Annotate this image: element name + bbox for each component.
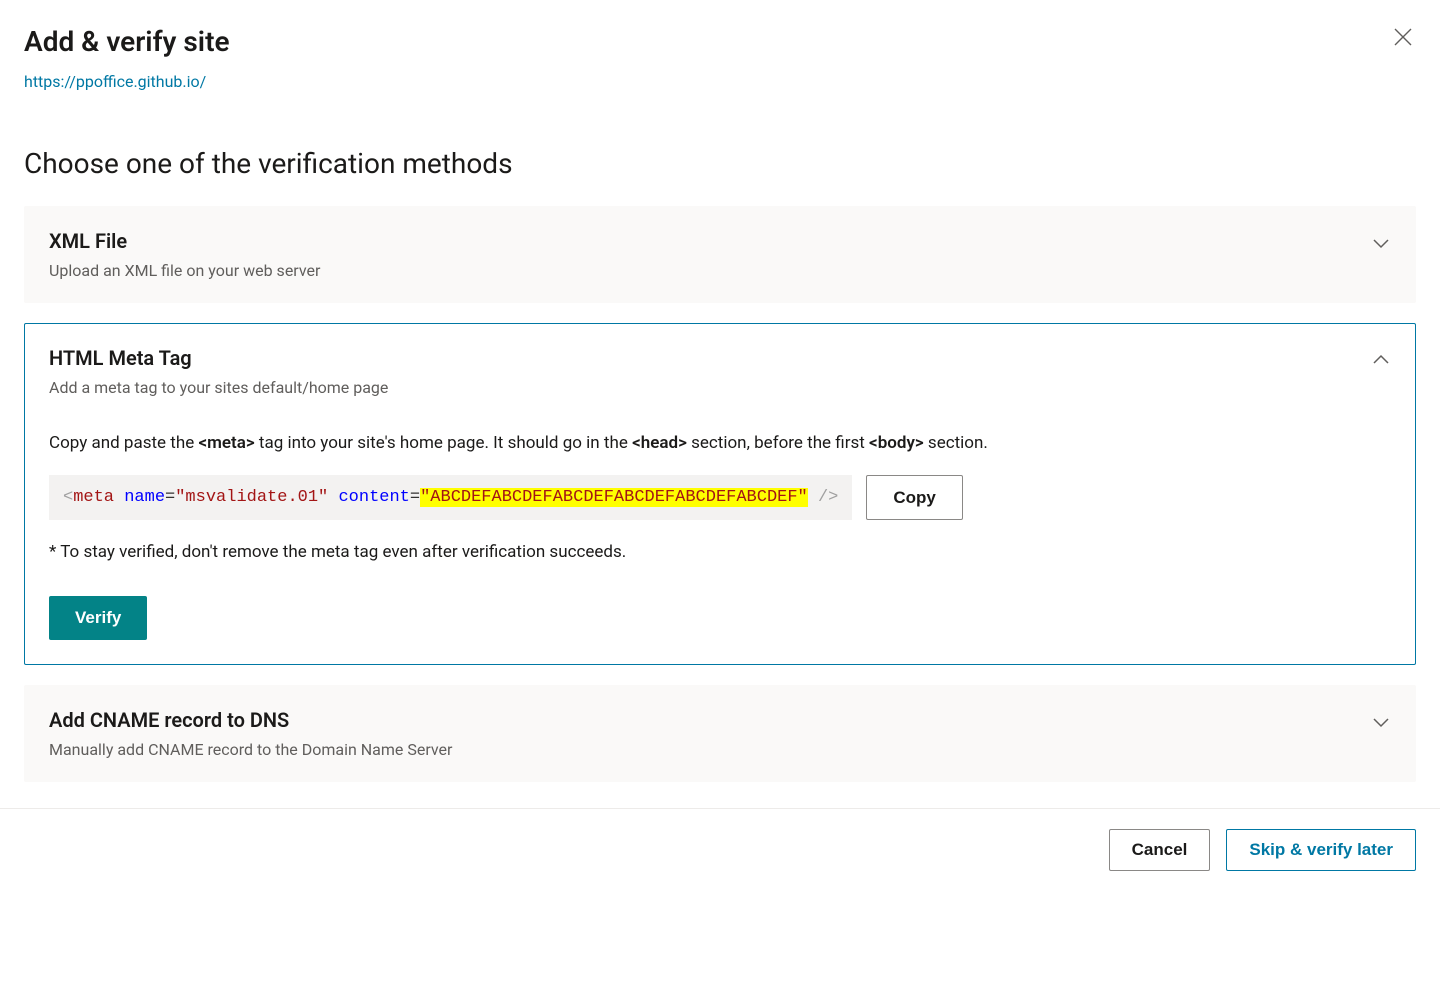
chevron-down-icon — [1371, 233, 1391, 257]
section-title: Choose one of the verification methods — [24, 147, 1416, 180]
skip-verify-later-button[interactable]: Skip & verify later — [1226, 829, 1416, 871]
method-html-meta-tag-header[interactable]: HTML Meta Tag Add a meta tag to your sit… — [49, 346, 1391, 397]
method-title: Add CNAME record to DNS — [49, 708, 452, 732]
meta-instruction: Copy and paste the <meta> tag into your … — [49, 431, 1391, 457]
verify-button[interactable]: Verify — [49, 596, 147, 640]
method-cname-dns-header[interactable]: Add CNAME record to DNS Manually add CNA… — [49, 708, 1391, 759]
chevron-down-icon — [1371, 712, 1391, 736]
method-title: HTML Meta Tag — [49, 346, 388, 370]
method-cname-dns: Add CNAME record to DNS Manually add CNA… — [24, 685, 1416, 782]
chevron-up-icon — [1371, 350, 1391, 374]
method-html-meta-tag: HTML Meta Tag Add a meta tag to your sit… — [24, 323, 1416, 665]
close-button[interactable] — [1390, 24, 1416, 50]
page-title: Add & verify site — [24, 24, 230, 60]
method-xml-file-header[interactable]: XML File Upload an XML file on your web … — [49, 229, 1391, 280]
method-desc: Upload an XML file on your web server — [49, 261, 320, 280]
method-xml-file: XML File Upload an XML file on your web … — [24, 206, 1416, 303]
method-desc: Manually add CNAME record to the Domain … — [49, 740, 452, 759]
method-desc: Add a meta tag to your sites default/hom… — [49, 378, 388, 397]
cancel-button[interactable]: Cancel — [1109, 829, 1211, 871]
close-icon — [1394, 28, 1412, 46]
meta-tag-code[interactable]: <meta name="msvalidate.01" content="ABCD… — [49, 475, 852, 521]
copy-button[interactable]: Copy — [866, 475, 963, 521]
method-title: XML File — [49, 229, 320, 253]
dialog-footer: Cancel Skip & verify later — [0, 808, 1440, 895]
meta-note: * To stay verified, don't remove the met… — [49, 542, 1391, 562]
site-url-link[interactable]: https://ppoffice.github.io/ — [24, 72, 206, 91]
